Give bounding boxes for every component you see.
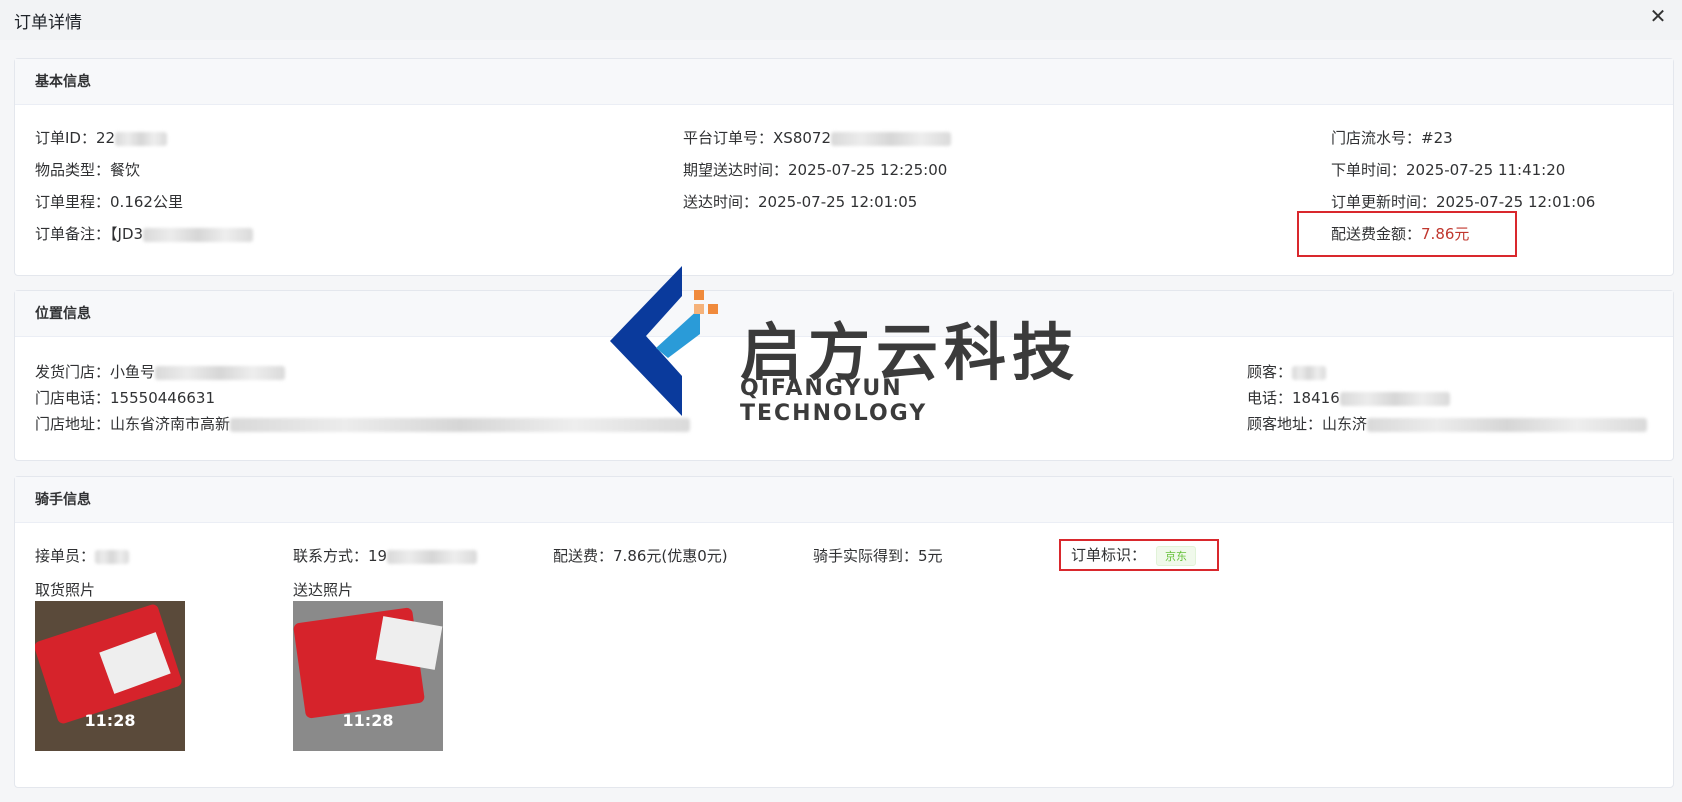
platform-order-no-field: 平台订单号：XS8072 [683,127,951,148]
remark-value: 【JD3 [110,225,144,243]
receiver-field: 接单员： [35,545,130,566]
pickup-photo-label: 取货照片 [35,581,96,599]
order-id-field: 订单ID：22 [35,127,168,148]
distance-value: 0.162公里 [110,193,183,211]
redacted-blur [1292,365,1327,380]
contact-label: 联系方式： [293,547,369,565]
store-address-label: 门店地址： [35,415,111,433]
redacted-blur [95,549,130,564]
store-field: 发货门店：小鱼号 [35,361,286,382]
customer-address-field: 顾客地址：山东济 [1247,413,1648,434]
order-time-value: 2025-07-25 11:41:20 [1406,161,1566,179]
store-address-value: 山东省济南市高新 [110,415,231,433]
item-type-field: 物品类型：餐饮 [35,159,140,180]
order-id-label: 订单ID： [35,129,96,147]
customer-label: 顾客： [1247,363,1293,381]
dialog-title: 订单详情 [14,13,82,33]
contact-field: 联系方式：19 [293,545,478,566]
customer-phone-label: 电话： [1247,389,1293,407]
customer-address-value: 山东济 [1322,415,1368,433]
platform-order-no-value: XS8072 [773,129,831,147]
highlight-box [1059,539,1219,571]
redacted-blur [155,365,286,380]
delivered-time-label: 送达时间： [683,193,759,211]
updated-time-field: 订单更新时间：2025-07-25 12:01:06 [1331,191,1595,212]
store-serial-field: 门店流水号：#23 [1331,127,1453,148]
delivery-photo[interactable]: 11:28 [293,601,443,751]
remark-field: 订单备注：【JD3 [35,223,254,244]
order-id-value: 22 [95,129,116,147]
redacted-blur [1367,417,1648,432]
order-time-field: 下单时间：2025-07-25 11:41:20 [1331,159,1565,180]
store-address-field: 门店地址：山东省济南市高新 [35,413,691,434]
actual-earning-field: 骑手实际得到：5元 [813,545,943,566]
redacted-blur [115,131,168,146]
rider-info-header: 骑手信息 [15,477,1673,523]
store-label: 发货门店： [35,363,111,381]
store-phone-value: 15550446631 [110,389,215,407]
delivery-photo-label: 送达照片 [293,581,354,599]
location-info-card: 位置信息 发货门店：小鱼号 门店电话：15550446631 门店地址：山东省济… [14,290,1674,461]
customer-field: 顾客： [1247,361,1327,382]
order-detail-dialog: 订单详情 ✕ 基本信息 订单ID：22 平台订单号：XS8072 门店流水号：#… [0,0,1682,802]
location-info-header: 位置信息 [15,291,1673,337]
highlight-box [1297,211,1517,257]
delivered-time-value: 2025-07-25 12:01:05 [758,193,918,211]
basic-info-header: 基本信息 [15,59,1673,105]
contact-value: 19 [368,547,388,565]
redacted-blur [143,227,254,242]
rider-info-card: 骑手信息 接单员： 联系方式：19 配送费：7.86元(优惠0元) 骑手实际得到… [14,476,1674,788]
item-type-value: 餐饮 [110,161,141,179]
store-phone-label: 门店电话： [35,389,111,407]
store-serial-label: 门店流水号： [1331,129,1422,147]
pickup-photo-time: 11:28 [84,711,136,730]
rider-fee-label: 配送费： [553,547,614,565]
redacted-blur [387,549,478,564]
customer-address-label: 顾客地址： [1247,415,1323,433]
expected-time-value: 2025-07-25 12:25:00 [788,161,948,179]
dialog-header: 订单详情 ✕ [0,0,1682,40]
updated-time-value: 2025-07-25 12:01:06 [1436,193,1596,211]
redacted-blur [1339,391,1450,406]
distance-label: 订单里程： [35,193,111,211]
actual-earning-value: 5元 [918,547,943,565]
customer-phone-value: 18416 [1292,389,1340,407]
delivery-photo-time: 11:28 [342,711,394,730]
close-icon[interactable]: ✕ [1646,4,1670,28]
distance-field: 订单里程：0.162公里 [35,191,183,212]
store-serial-value: #23 [1421,129,1453,147]
platform-order-no-label: 平台订单号： [683,129,774,147]
customer-phone-field: 电话：18416 [1247,387,1450,408]
expected-time-label: 期望送达时间： [683,161,789,179]
item-type-label: 物品类型： [35,161,111,179]
remark-label: 订单备注： [35,225,111,243]
basic-info-card: 基本信息 订单ID：22 平台订单号：XS8072 门店流水号：#23 物品类型… [14,58,1674,276]
pickup-photo[interactable]: 11:28 [35,601,185,751]
rider-fee-field: 配送费：7.86元(优惠0元) [553,545,728,566]
actual-earning-label: 骑手实际得到： [813,547,919,565]
redacted-blur [831,131,951,146]
rider-fee-value: 7.86元(优惠0元) [613,547,728,565]
order-time-label: 下单时间： [1331,161,1407,179]
redacted-blur [230,417,691,432]
delivered-time-field: 送达时间：2025-07-25 12:01:05 [683,191,917,212]
receiver-label: 接单员： [35,547,96,565]
updated-time-label: 订单更新时间： [1331,193,1437,211]
store-phone-field: 门店电话：15550446631 [35,387,215,408]
store-value: 小鱼号 [110,363,156,381]
expected-time-field: 期望送达时间：2025-07-25 12:25:00 [683,159,947,180]
